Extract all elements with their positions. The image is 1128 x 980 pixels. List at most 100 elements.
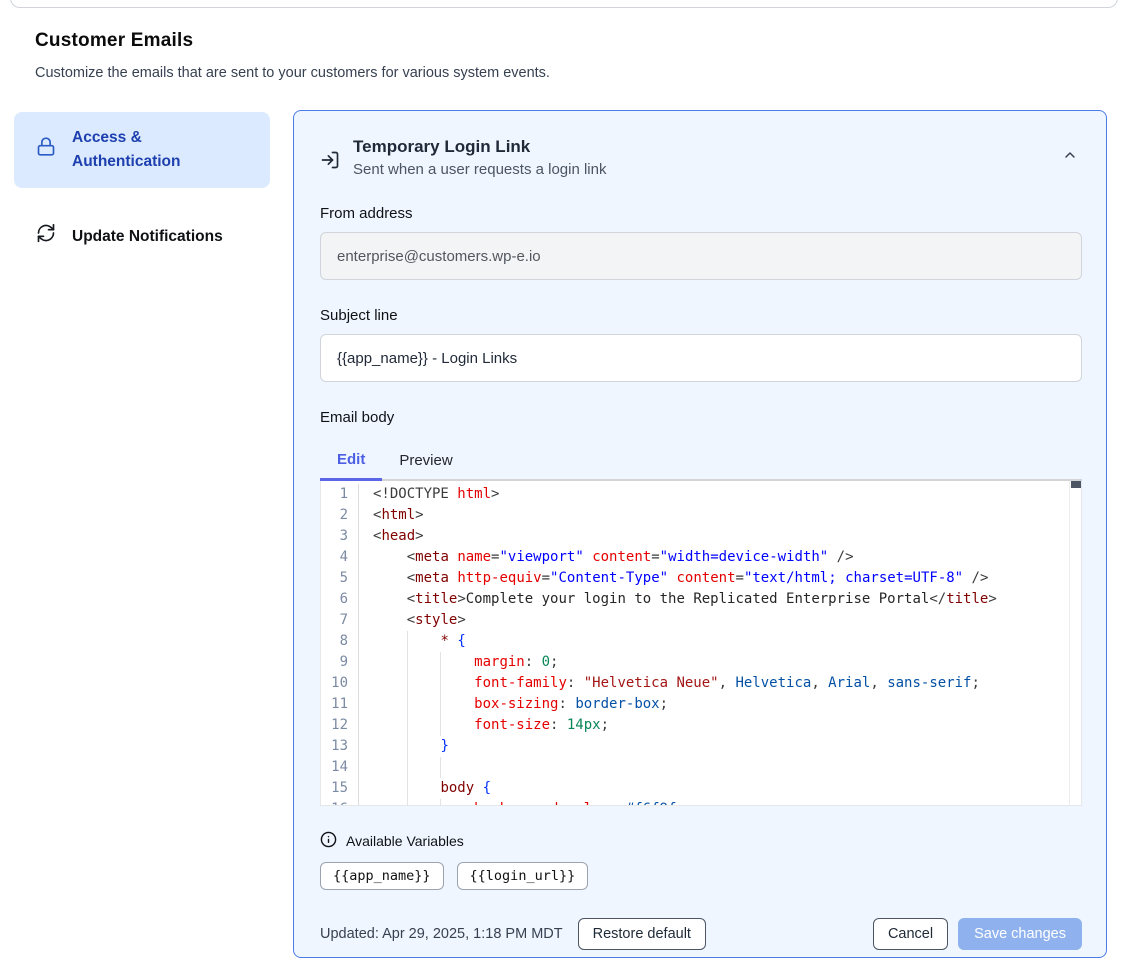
code-line: 2<html> — [321, 505, 1081, 526]
page-subtitle: Customize the emails that are sent to yo… — [35, 65, 1095, 81]
code-line: 3<head> — [321, 526, 1081, 547]
code-content: <meta name="viewport" content="width=dev… — [359, 547, 1081, 568]
save-changes-button[interactable]: Save changes — [958, 918, 1082, 950]
line-number: 13 — [321, 736, 359, 757]
panel-title: Temporary Login Link — [353, 137, 1049, 157]
indent-guide — [440, 757, 441, 778]
indent-guide — [407, 736, 408, 757]
code-line: 4 <meta name="viewport" content="width=d… — [321, 547, 1081, 568]
code-content: font-size: 14px; — [359, 715, 1081, 736]
code-line: 1<!DOCTYPE html> — [321, 484, 1081, 505]
code-content: <style> — [359, 610, 1081, 631]
line-number: 1 — [321, 484, 359, 505]
code-content: font-family: "Helvetica Neue", Helvetica… — [359, 673, 1081, 694]
updated-timestamp: Updated: Apr 29, 2025, 1:18 PM MDT — [320, 926, 563, 942]
line-number: 10 — [321, 673, 359, 694]
tab-edit[interactable]: Edit — [320, 440, 382, 481]
sidebar-item-access-authentication[interactable]: Access & Authentication — [14, 112, 270, 188]
info-icon — [320, 831, 337, 851]
login-icon — [320, 150, 340, 175]
indent-guide — [407, 673, 408, 694]
line-number: 5 — [321, 568, 359, 589]
variable-chip[interactable]: {{login_url}} — [457, 862, 589, 890]
tab-preview[interactable]: Preview — [382, 440, 469, 479]
from-address-input[interactable] — [320, 232, 1082, 280]
chevron-up-icon — [1062, 151, 1078, 166]
line-number: 9 — [321, 652, 359, 673]
panel-subtitle: Sent when a user requests a login link — [353, 161, 1049, 178]
code-content — [359, 757, 1081, 778]
sidebar-item-label: Access & Authentication — [72, 126, 247, 174]
line-number: 7 — [321, 610, 359, 631]
indent-guide — [440, 799, 441, 806]
line-number: 12 — [321, 715, 359, 736]
code-content: <title>Complete your login to the Replic… — [359, 589, 1081, 610]
email-body-label: Email body — [320, 409, 1080, 426]
code-line: 13 } — [321, 736, 1081, 757]
code-content: background-color: #f6f9fc; — [359, 799, 1081, 806]
code-line: 6 <title>Complete your login to the Repl… — [321, 589, 1081, 610]
temporary-login-link-panel: Temporary Login Link Sent when a user re… — [293, 110, 1107, 958]
panel-header: Temporary Login Link Sent when a user re… — [320, 137, 1080, 178]
line-number: 3 — [321, 526, 359, 547]
code-content: body { — [359, 778, 1081, 799]
page-title: Customer Emails — [35, 30, 1095, 52]
subject-line-input[interactable] — [320, 334, 1082, 382]
line-number: 2 — [321, 505, 359, 526]
sidebar-item-update-notifications[interactable]: Update Notifications — [14, 209, 270, 265]
cancel-button[interactable]: Cancel — [873, 918, 948, 950]
email-types-sidebar: Access & Authentication Update Notificati… — [14, 112, 270, 265]
collapse-panel-button[interactable] — [1062, 147, 1078, 166]
indent-guide — [407, 631, 408, 652]
email-body-code-editor[interactable]: 1<!DOCTYPE html>2<html>3<head>4 <meta na… — [320, 481, 1082, 806]
line-number: 4 — [321, 547, 359, 568]
subject-line-label: Subject line — [320, 307, 1080, 324]
indent-guide — [407, 778, 408, 799]
line-number: 16 — [321, 799, 359, 806]
refresh-icon — [36, 223, 56, 251]
code-line: 16 background-color: #f6f9fc; — [321, 799, 1081, 806]
indent-guide — [440, 673, 441, 694]
email-body-tabs: EditPreview — [320, 440, 1082, 481]
indent-guide — [440, 694, 441, 715]
code-line: 9 margin: 0; — [321, 652, 1081, 673]
available-variables-label: Available Variables — [346, 833, 464, 849]
editor-scrollbar-track[interactable] — [1069, 481, 1081, 805]
line-number: 11 — [321, 694, 359, 715]
code-line: 5 <meta http-equiv="Content-Type" conten… — [321, 568, 1081, 589]
editor-scrollbar-thumb[interactable] — [1071, 481, 1082, 488]
line-number: 15 — [321, 778, 359, 799]
indent-guide — [440, 715, 441, 736]
code-line: 14 — [321, 757, 1081, 778]
code-line: 15 body { — [321, 778, 1081, 799]
code-content: <html> — [359, 505, 1081, 526]
code-line: 12 font-size: 14px; — [321, 715, 1081, 736]
indent-guide — [407, 694, 408, 715]
code-line: 8 * { — [321, 631, 1081, 652]
indent-guide — [407, 715, 408, 736]
code-content: <meta http-equiv="Content-Type" content=… — [359, 568, 1081, 589]
panel-footer: Updated: Apr 29, 2025, 1:18 PM MDT Resto… — [320, 918, 1082, 950]
line-number: 6 — [321, 589, 359, 610]
code-content: * { — [359, 631, 1081, 652]
sidebar-item-label: Update Notifications — [72, 225, 223, 249]
from-address-label: From address — [320, 205, 1080, 222]
restore-default-button[interactable]: Restore default — [578, 918, 706, 950]
line-number: 14 — [321, 757, 359, 778]
code-content: } — [359, 736, 1081, 757]
indent-guide — [440, 652, 441, 673]
variable-chip[interactable]: {{app_name}} — [320, 862, 444, 890]
code-line: 11 box-sizing: border-box; — [321, 694, 1081, 715]
previous-card-bottom-edge — [10, 0, 1118, 8]
indent-guide — [407, 757, 408, 778]
code-line: 10 font-family: "Helvetica Neue", Helvet… — [321, 673, 1081, 694]
line-number: 8 — [321, 631, 359, 652]
code-content: margin: 0; — [359, 652, 1081, 673]
indent-guide — [407, 799, 408, 806]
indent-guide — [407, 652, 408, 673]
lock-icon — [36, 136, 56, 165]
code-content: <!DOCTYPE html> — [359, 484, 1081, 505]
code-content: <head> — [359, 526, 1081, 547]
code-content: box-sizing: border-box; — [359, 694, 1081, 715]
code-line: 7 <style> — [321, 610, 1081, 631]
